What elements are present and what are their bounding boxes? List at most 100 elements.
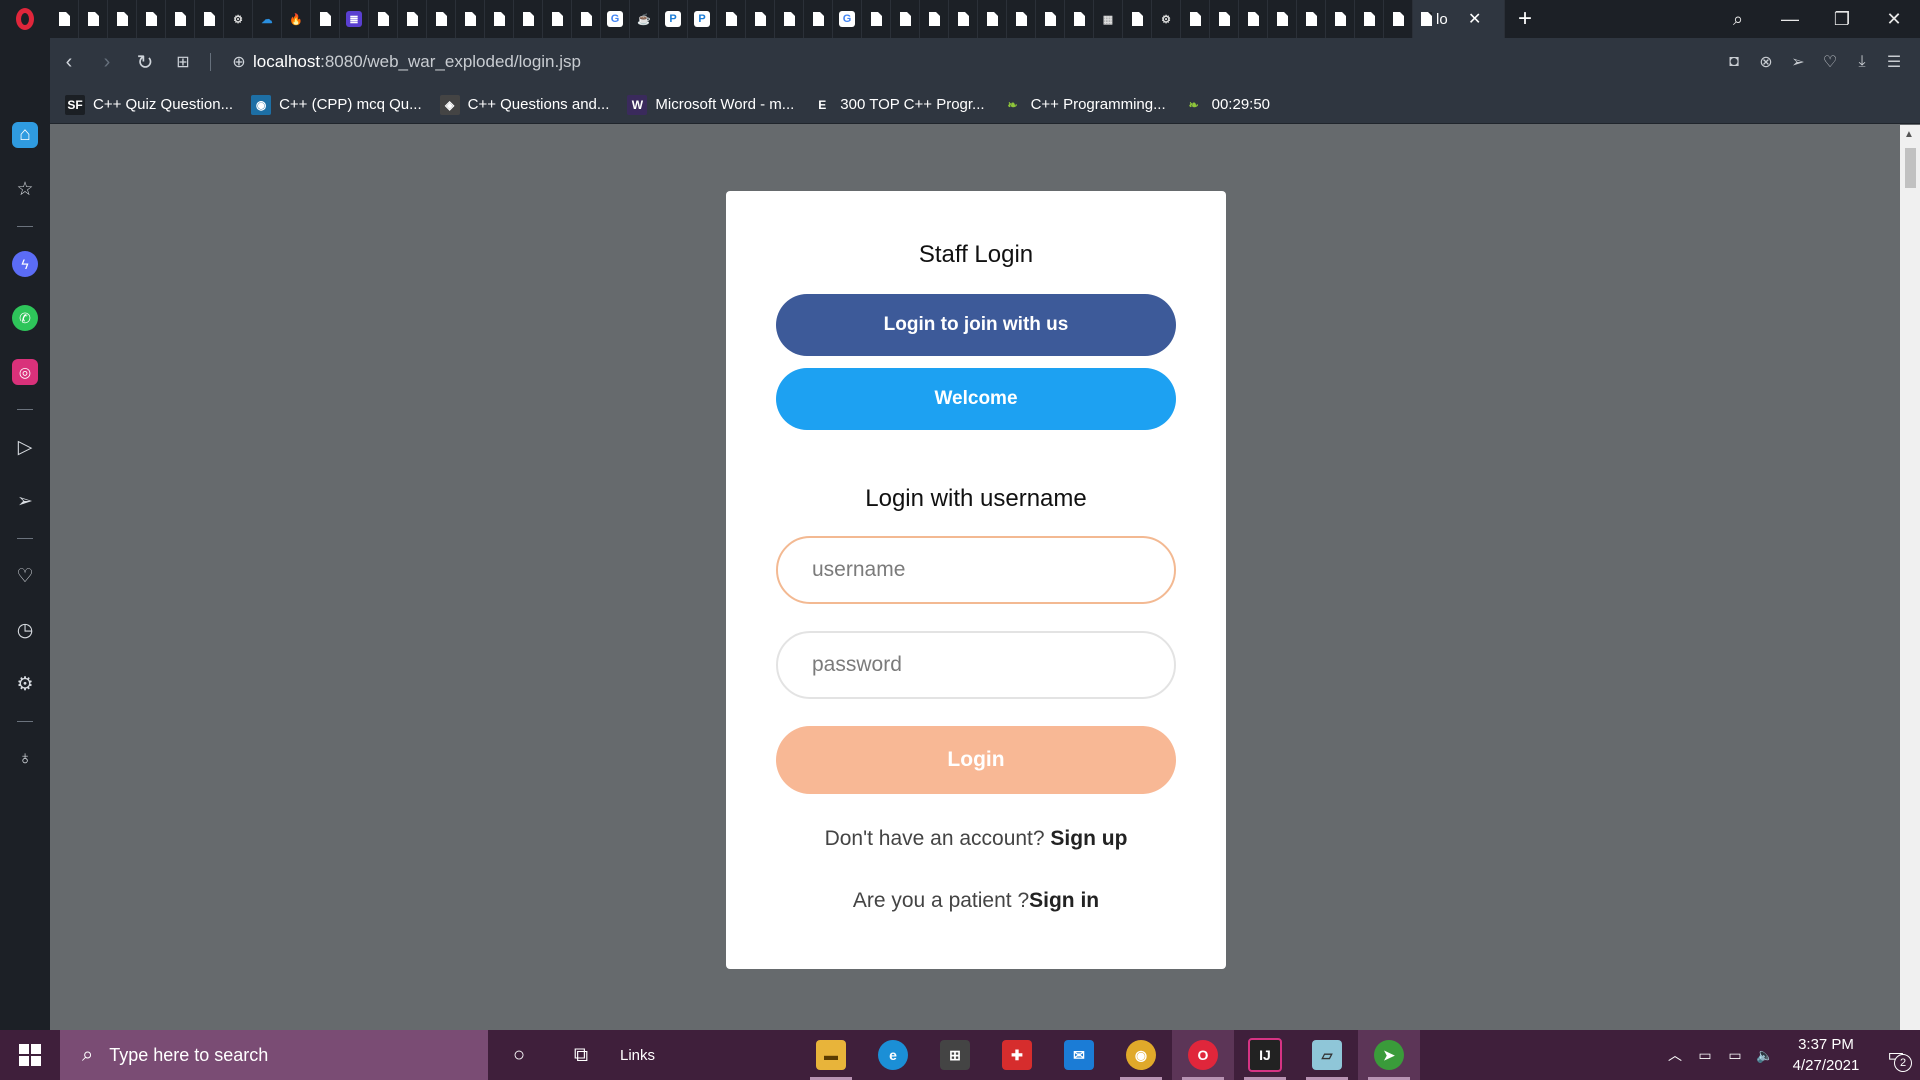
minimize-button[interactable]: — bbox=[1764, 9, 1816, 30]
browser-tab[interactable]: ⚙ bbox=[224, 0, 253, 38]
browser-tab[interactable] bbox=[1355, 0, 1384, 38]
settings-icon[interactable]: ⚙ bbox=[12, 671, 38, 697]
tray-chevron-icon[interactable]: ︿ bbox=[1660, 1045, 1690, 1065]
battery-icon[interactable]: ▭ bbox=[1720, 1047, 1750, 1064]
url-field[interactable]: localhost:8080/web_war_exploded/login.js… bbox=[253, 52, 581, 72]
bookmark-item[interactable]: ❧ 00:29:50 bbox=[1183, 94, 1270, 115]
password-input[interactable] bbox=[776, 631, 1176, 699]
browser-tab[interactable]: P bbox=[659, 0, 688, 38]
browser-tab[interactable] bbox=[427, 0, 456, 38]
downloads-icon[interactable]: ⤓ bbox=[1846, 53, 1878, 71]
browser-tab[interactable] bbox=[1239, 0, 1268, 38]
site-info-icon[interactable]: ⊕ bbox=[225, 52, 253, 72]
edge-icon[interactable]: e bbox=[862, 1030, 924, 1080]
browser-tab[interactable] bbox=[543, 0, 572, 38]
adblock-icon[interactable]: ⊗ bbox=[1750, 52, 1782, 72]
browser-tab[interactable] bbox=[311, 0, 340, 38]
bookmark-item[interactable]: ❧ C++ Programming... bbox=[1002, 94, 1166, 115]
browser-tab[interactable] bbox=[949, 0, 978, 38]
browser-tab[interactable] bbox=[978, 0, 1007, 38]
task-view-icon[interactable]: ⧉ bbox=[550, 1030, 612, 1080]
bookmarks-icon[interactable]: ♡ bbox=[12, 563, 38, 589]
browser-tab[interactable] bbox=[804, 0, 833, 38]
browser-tab[interactable]: ☁ bbox=[253, 0, 282, 38]
notification-center-icon[interactable]: ▭ 2 bbox=[1872, 1045, 1920, 1072]
browser-tab[interactable] bbox=[920, 0, 949, 38]
patient-signin-link[interactable]: Sign in bbox=[1029, 889, 1099, 912]
browser-tab[interactable]: 🔥 bbox=[282, 0, 311, 38]
browser-tab[interactable] bbox=[514, 0, 543, 38]
file-explorer-icon[interactable]: ▬ bbox=[800, 1030, 862, 1080]
new-tab-button[interactable]: + bbox=[1505, 5, 1545, 33]
download-manager-icon[interactable]: ➤ bbox=[1358, 1030, 1420, 1080]
taskbar-search[interactable]: ⌕ Type here to search bbox=[60, 1030, 488, 1080]
links-toolbar[interactable]: Links bbox=[620, 1047, 800, 1064]
tab-overview-icon[interactable]: ⊞ bbox=[164, 52, 202, 72]
browser-tab[interactable]: ≣ bbox=[340, 0, 369, 38]
browser-tab[interactable] bbox=[1181, 0, 1210, 38]
browser-tab[interactable] bbox=[891, 0, 920, 38]
notepad-icon[interactable]: ▱ bbox=[1296, 1030, 1358, 1080]
browser-tab[interactable] bbox=[1210, 0, 1239, 38]
close-tab-icon[interactable]: ✕ bbox=[1468, 9, 1481, 29]
clock[interactable]: 3:37 PM 4/27/2021 bbox=[1780, 1034, 1872, 1076]
whatsapp-icon[interactable]: ✆ bbox=[12, 305, 38, 331]
chrome-icon[interactable]: ◉ bbox=[1110, 1030, 1172, 1080]
player-icon[interactable]: ▷ bbox=[12, 434, 38, 460]
search-tabs-icon[interactable]: ⌕ bbox=[1712, 9, 1764, 30]
signup-link[interactable]: Sign up bbox=[1050, 827, 1127, 850]
browser-tab[interactable]: G bbox=[833, 0, 862, 38]
welcome-button[interactable]: Welcome bbox=[776, 368, 1176, 430]
easy-setup-icon[interactable]: ☰ bbox=[1878, 52, 1910, 72]
username-input[interactable] bbox=[776, 536, 1176, 604]
browser-tab[interactable] bbox=[572, 0, 601, 38]
bookmark-item[interactable]: ◉ C++ (CPP) mcq Qu... bbox=[251, 94, 422, 115]
back-button[interactable]: ‹ bbox=[50, 51, 88, 74]
restore-button[interactable]: ❐ bbox=[1816, 9, 1868, 30]
opera-taskbar-icon[interactable]: O bbox=[1172, 1030, 1234, 1080]
browser-tab[interactable] bbox=[1384, 0, 1413, 38]
browser-tab[interactable] bbox=[775, 0, 804, 38]
browser-tab[interactable] bbox=[369, 0, 398, 38]
browser-tab[interactable]: G bbox=[601, 0, 630, 38]
scrollbar-thumb[interactable] bbox=[1905, 148, 1916, 188]
bookmark-item[interactable]: W Microsoft Word - m... bbox=[627, 94, 794, 115]
login-button[interactable]: Login bbox=[776, 726, 1176, 794]
tips-bulb-icon[interactable]: ♁ bbox=[12, 746, 38, 772]
mail-icon[interactable]: ✉ bbox=[1048, 1030, 1110, 1080]
forward-button[interactable]: › bbox=[88, 51, 126, 74]
browser-tab[interactable] bbox=[862, 0, 891, 38]
bookmark-item[interactable]: SF C++ Quiz Question... bbox=[65, 94, 233, 115]
scroll-up-icon[interactable]: ▲ bbox=[1904, 129, 1914, 140]
browser-tab[interactable] bbox=[456, 0, 485, 38]
gift-icon[interactable]: ✚ bbox=[986, 1030, 1048, 1080]
cortana-icon[interactable]: ○ bbox=[488, 1030, 550, 1080]
device-icon[interactable]: ▭ bbox=[1690, 1047, 1720, 1064]
browser-tab[interactable] bbox=[398, 0, 427, 38]
active-tab[interactable]: lo ✕ bbox=[1413, 0, 1505, 38]
instagram-icon[interactable]: ◎ bbox=[12, 359, 38, 385]
browser-tab[interactable] bbox=[137, 0, 166, 38]
flow-icon[interactable]: ➢ bbox=[12, 488, 38, 514]
history-icon[interactable]: ◷ bbox=[12, 617, 38, 643]
close-window-button[interactable]: ✕ bbox=[1868, 9, 1920, 30]
browser-tab[interactable] bbox=[1007, 0, 1036, 38]
bookmark-heart-icon[interactable]: ♡ bbox=[1814, 52, 1846, 72]
browser-tab[interactable] bbox=[166, 0, 195, 38]
browser-tab[interactable] bbox=[108, 0, 137, 38]
browser-tab[interactable]: P bbox=[688, 0, 717, 38]
volume-icon[interactable]: 🔈 bbox=[1750, 1047, 1780, 1064]
browser-tab[interactable] bbox=[1123, 0, 1152, 38]
reload-button[interactable]: ↻ bbox=[126, 50, 164, 75]
start-button[interactable] bbox=[0, 1030, 60, 1080]
browser-tab[interactable] bbox=[1297, 0, 1326, 38]
bookmark-item[interactable]: E 300 TOP C++ Progr... bbox=[812, 94, 985, 115]
messenger-icon[interactable]: ϟ bbox=[12, 251, 38, 277]
browser-tab[interactable] bbox=[746, 0, 775, 38]
browser-tab[interactable]: ⚙ bbox=[1152, 0, 1181, 38]
snapshot-icon[interactable]: ◘ bbox=[1718, 53, 1750, 71]
browser-tab[interactable]: ☕ bbox=[630, 0, 659, 38]
browser-tab[interactable] bbox=[195, 0, 224, 38]
browser-tab[interactable] bbox=[1268, 0, 1297, 38]
browser-tab[interactable] bbox=[1036, 0, 1065, 38]
